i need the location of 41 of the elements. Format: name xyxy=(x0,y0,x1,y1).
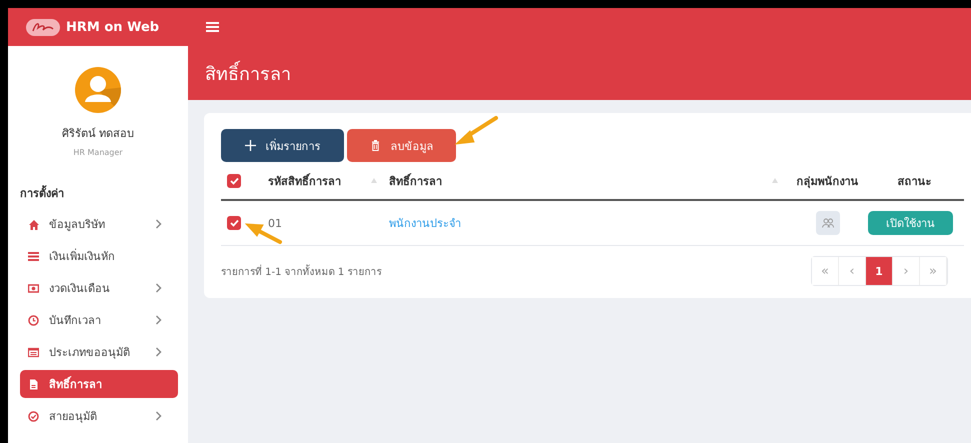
annotation-arrow xyxy=(454,116,498,145)
user-name: ศิริรัตน์ ทดสอบ xyxy=(60,126,136,142)
document-icon xyxy=(28,378,39,390)
group-button[interactable] xyxy=(816,211,840,235)
record-count: รายการที่ 1-1 จากทั้งหมด 1 รายการ xyxy=(221,264,382,278)
window-icon xyxy=(28,346,39,358)
user-role: HR Manager xyxy=(72,148,124,157)
clock-icon xyxy=(28,314,39,326)
list-icon xyxy=(28,250,39,262)
column-header[interactable]: กลุ่มพนักงาน xyxy=(796,172,858,190)
sidebar-item[interactable]: เงินเพิ่มเงินหัก xyxy=(20,242,178,270)
page-title: สิทธิ์การลา xyxy=(205,58,291,88)
sidebar-item[interactable]: สายอนุมัติ xyxy=(20,402,178,430)
check-icon xyxy=(230,176,238,184)
table-cell: 01 xyxy=(268,216,282,230)
column-header[interactable]: สถานะ xyxy=(898,172,932,190)
check-icon xyxy=(230,219,238,227)
people-icon xyxy=(822,218,834,228)
sidebar-item[interactable]: งวดเงินเดือน xyxy=(20,274,178,302)
trash-icon xyxy=(370,140,380,151)
delete-button[interactable]: ลบข้อมูล xyxy=(347,129,456,162)
home-icon xyxy=(28,218,39,230)
app-title: HRM on Web xyxy=(66,20,160,34)
money-icon xyxy=(28,282,39,294)
page-button[interactable]: 1 xyxy=(866,257,893,285)
add-button[interactable]: เพิ่มรายการ xyxy=(221,129,344,162)
column-header[interactable]: รหัสสิทธิ์การลา xyxy=(268,172,371,190)
sidebar-heading: การตั้งค่า xyxy=(20,184,65,202)
column-header[interactable]: สิทธิ์การลา xyxy=(389,172,772,190)
sidebar-item[interactable]: ข้อมูลบริษัท xyxy=(20,210,178,238)
checkbox[interactable] xyxy=(227,216,241,230)
sidebar-item[interactable]: สิทธิ์การลา xyxy=(20,370,178,398)
checkbox[interactable] xyxy=(227,174,241,188)
sidebar-item[interactable]: บันทึกเวลา xyxy=(20,306,178,334)
plus-icon xyxy=(244,140,256,151)
menu-icon[interactable] xyxy=(206,21,219,33)
sidebar-item[interactable]: ประเภทขออนุมัติ xyxy=(20,338,178,366)
logo-icon xyxy=(26,18,60,36)
status-badge: เปิดใช้งาน xyxy=(868,211,953,235)
avatar-icon xyxy=(74,66,122,114)
check-circle-icon xyxy=(28,410,39,422)
